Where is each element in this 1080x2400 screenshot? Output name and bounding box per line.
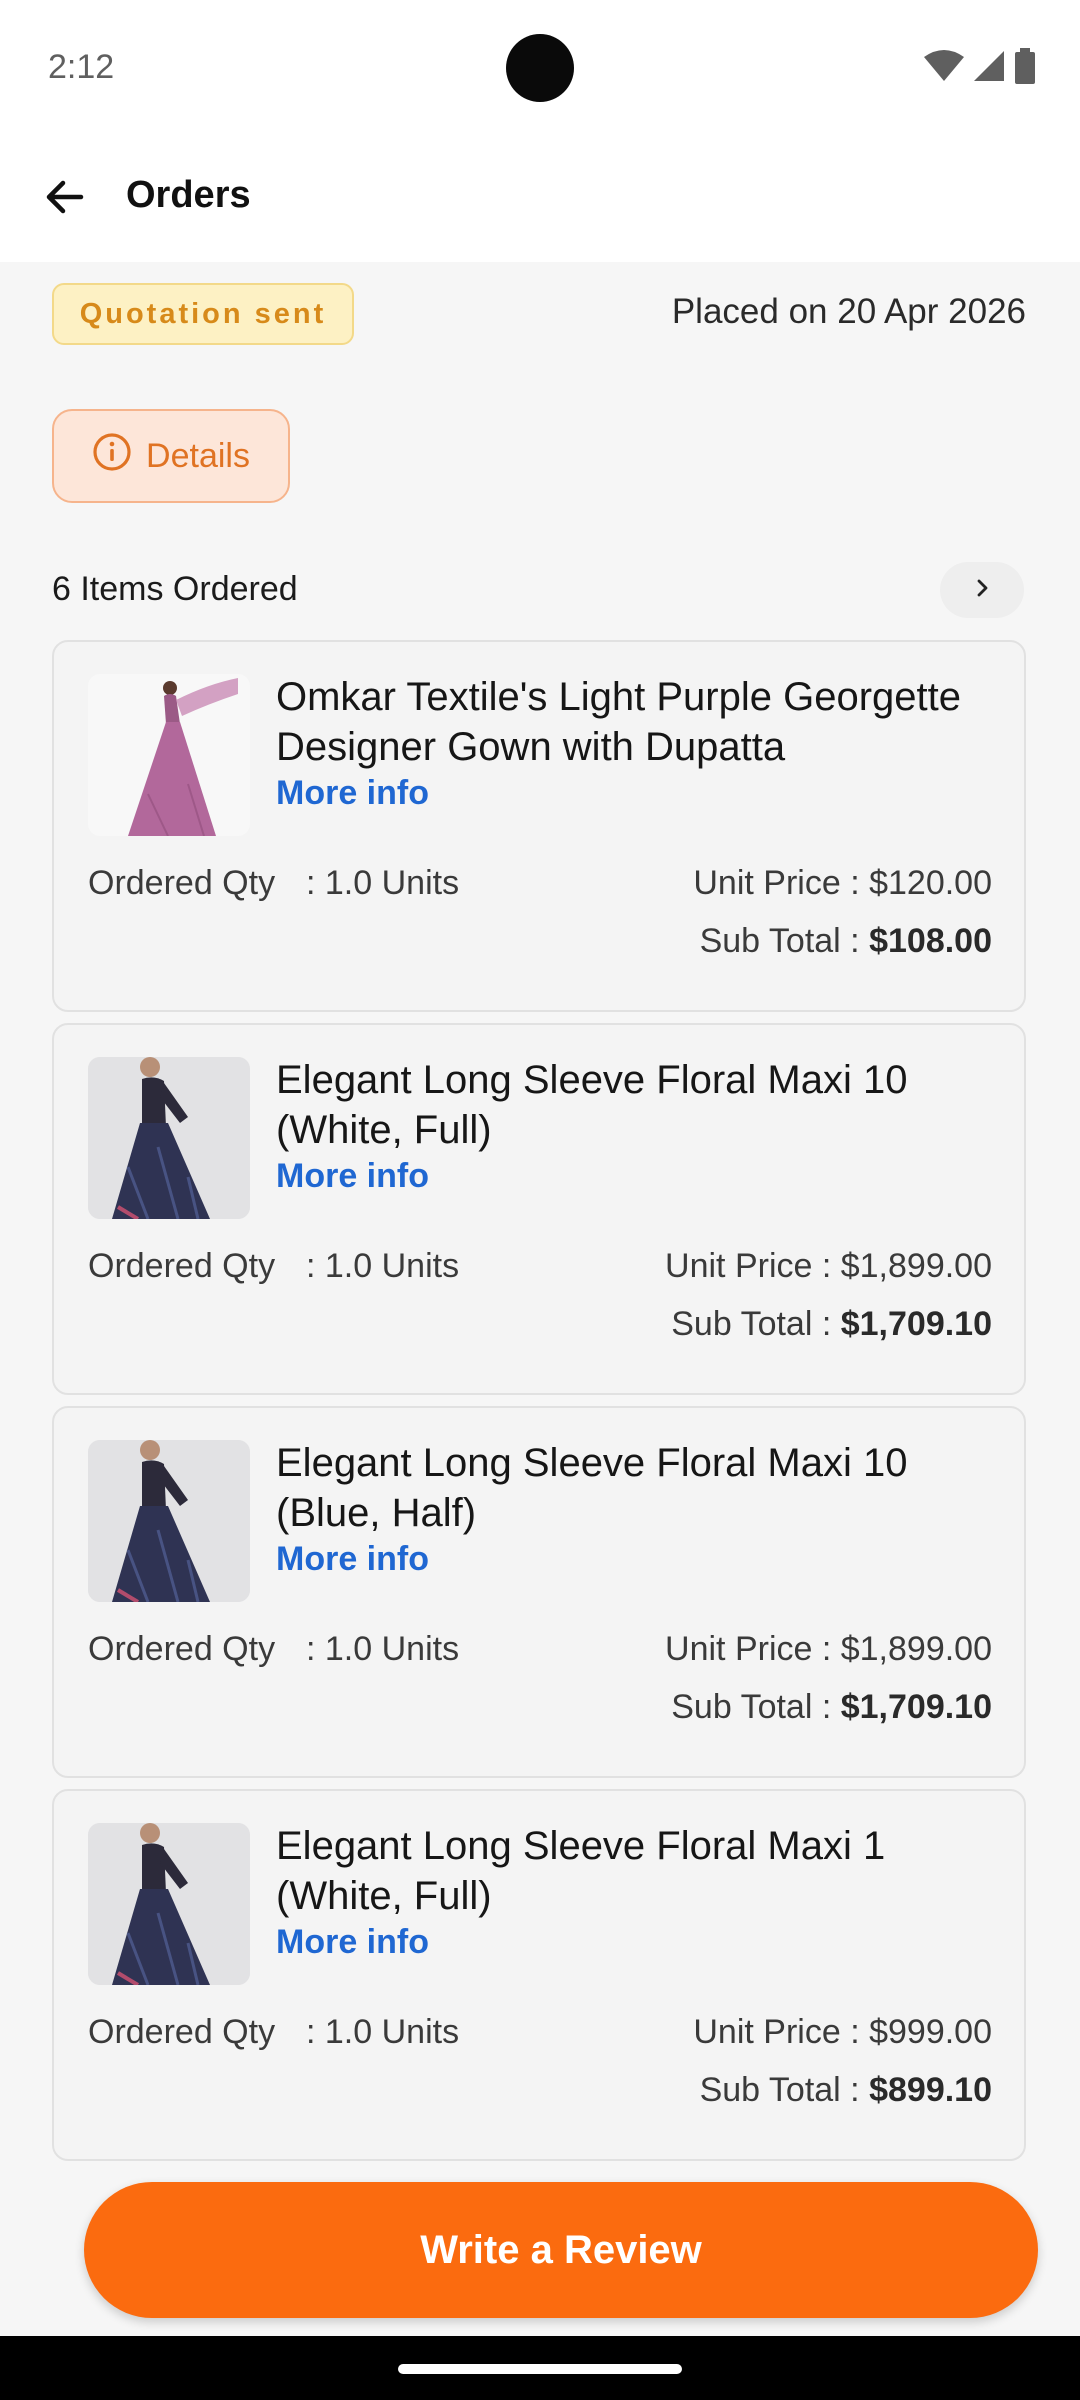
order-item-card: Elegant Long Sleeve Floral Maxi 10 (Whit… xyxy=(52,1023,1026,1395)
sub-total-value: $108.00 xyxy=(869,922,992,960)
more-info-link[interactable]: More info xyxy=(276,1540,429,1579)
sub-total-label: Sub Total : xyxy=(671,1305,841,1343)
product-image[interactable] xyxy=(88,1440,250,1602)
order-item-card: Elegant Long Sleeve Floral Maxi 10 (Blue… xyxy=(52,1406,1026,1778)
product-title: Omkar Textile's Light Purple Georgette D… xyxy=(276,675,961,769)
unit-price: Unit Price : $999.00 xyxy=(693,2013,992,2051)
product-image[interactable] xyxy=(88,1057,250,1219)
page-title: Orders xyxy=(126,174,251,216)
ordered-qty-value: : 1.0 Units xyxy=(306,2013,460,2051)
status-badge: Quotation sent xyxy=(52,283,354,345)
sub-total: Sub Total : $108.00 xyxy=(700,922,992,961)
order-item-card: Elegant Long Sleeve Floral Maxi 1 (White… xyxy=(52,1789,1026,2161)
product-image[interactable] xyxy=(88,674,250,836)
write-review-button[interactable]: Write a Review xyxy=(84,2182,1038,2318)
camera-cutout xyxy=(506,34,574,102)
more-info-link[interactable]: More info xyxy=(276,774,429,813)
more-info-link[interactable]: More info xyxy=(276,1923,429,1962)
product-title: Elegant Long Sleeve Floral Maxi 10 (Blue… xyxy=(276,1441,908,1535)
sub-total-label: Sub Total : xyxy=(699,2071,870,2109)
status-time: 2:12 xyxy=(48,48,115,86)
ordered-qty-value: : 1.0 Units xyxy=(306,864,460,902)
more-info-link[interactable]: More info xyxy=(276,1157,429,1196)
ordered-qty-label: Ordered Qty xyxy=(88,1247,276,1285)
info-circle-icon xyxy=(92,432,132,481)
battery-icon xyxy=(1014,47,1036,89)
product-image[interactable] xyxy=(88,1823,250,1985)
sub-total-value: $899.10 xyxy=(869,2071,992,2109)
ordered-qty-label: Ordered Qty xyxy=(88,2013,276,2051)
details-label: Details xyxy=(146,436,250,475)
items-ordered-count: 6 Items Ordered xyxy=(52,570,298,608)
sub-total-label: Sub Total : xyxy=(671,1688,841,1726)
details-button[interactable]: Details xyxy=(52,409,290,503)
sub-total-value: $1,709.10 xyxy=(840,1305,992,1343)
ordered-qty-label: Ordered Qty xyxy=(88,1630,276,1668)
sub-total: Sub Total : $1,709.10 xyxy=(671,1688,992,1727)
placed-on-date: Placed on 20 Apr 2026 xyxy=(671,292,1026,331)
wifi-icon xyxy=(924,49,964,88)
arrow-left-icon xyxy=(41,173,89,226)
chevron-right-icon xyxy=(970,576,994,605)
status-bar: 2:12 xyxy=(0,0,1080,136)
items-expand-button[interactable] xyxy=(940,562,1024,618)
home-gesture-handle[interactable] xyxy=(398,2364,682,2374)
unit-price: Unit Price : $120.00 xyxy=(693,864,992,902)
sub-total: Sub Total : $899.10 xyxy=(700,2071,992,2110)
product-title: Elegant Long Sleeve Floral Maxi 10 (Whit… xyxy=(276,1058,908,1152)
status-icons xyxy=(924,47,1036,89)
order-item-card: Omkar Textile's Light Purple Georgette D… xyxy=(52,640,1026,1012)
app-bar: Orders xyxy=(0,136,1080,262)
sub-total-label: Sub Total : xyxy=(699,922,870,960)
ordered-qty-value: : 1.0 Units xyxy=(306,1247,460,1285)
back-button[interactable] xyxy=(30,164,100,234)
sub-total: Sub Total : $1,709.10 xyxy=(671,1305,992,1344)
sub-total-value: $1,709.10 xyxy=(840,1688,992,1726)
product-title: Elegant Long Sleeve Floral Maxi 1 (White… xyxy=(276,1824,886,1918)
unit-price: Unit Price : $1,899.00 xyxy=(665,1247,992,1285)
unit-price: Unit Price : $1,899.00 xyxy=(665,1630,992,1668)
ordered-qty-value: : 1.0 Units xyxy=(306,1630,460,1668)
cell-signal-icon xyxy=(972,49,1006,88)
ordered-qty-label: Ordered Qty xyxy=(88,864,276,902)
